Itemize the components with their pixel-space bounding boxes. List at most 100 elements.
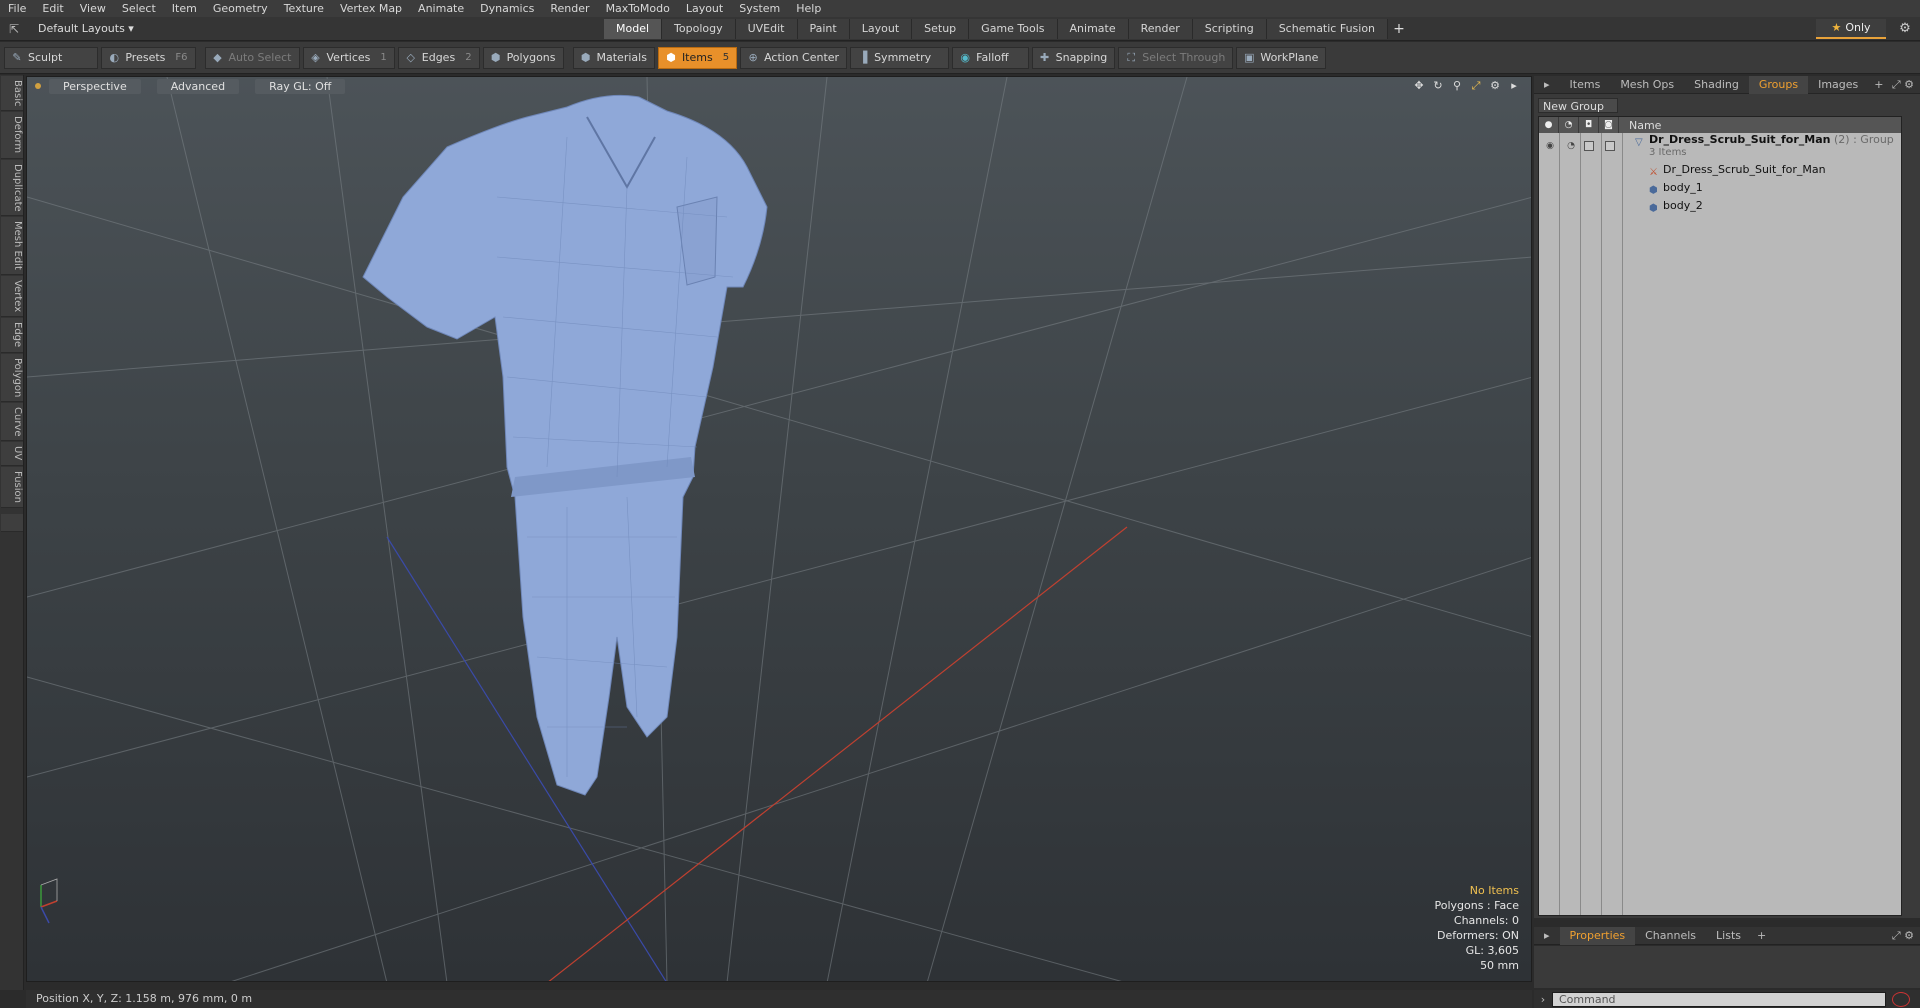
zoom-icon[interactable]: ⚲ bbox=[1450, 79, 1464, 93]
layout-collapse-icon[interactable]: ⇱ bbox=[6, 21, 22, 37]
menu-file[interactable]: File bbox=[0, 0, 34, 17]
rotate-icon[interactable]: ↻ bbox=[1431, 79, 1445, 93]
layout-dropdown[interactable]: Default Layouts ▾ bbox=[30, 20, 142, 38]
maximize-icon[interactable]: ⤢ bbox=[1469, 79, 1483, 93]
symmetry-button[interactable]: ▐ Symmetry bbox=[850, 46, 950, 69]
3d-viewport[interactable]: Perspective Advanced Ray GL: Off ✥ ↻ ⚲ ⤢… bbox=[26, 76, 1532, 982]
tab-uvedit[interactable]: UVEdit bbox=[735, 19, 798, 39]
bottom-tab-lists[interactable]: Lists bbox=[1706, 927, 1751, 945]
new-group-button[interactable]: New Group bbox=[1538, 98, 1618, 113]
menu-animate[interactable]: Animate bbox=[410, 0, 472, 17]
polygons-button[interactable]: ⬢ Polygons bbox=[482, 46, 564, 69]
menu-render[interactable]: Render bbox=[542, 0, 597, 17]
left-tab-fusion[interactable]: Fusion bbox=[1, 466, 23, 508]
bottom-tab-channels[interactable]: Channels bbox=[1635, 927, 1706, 945]
left-tab-uv[interactable]: UV bbox=[1, 442, 23, 466]
panel-tab-shading[interactable]: Shading bbox=[1684, 76, 1749, 94]
tab-topology[interactable]: Topology bbox=[662, 19, 736, 39]
presets-icon: ◐ bbox=[109, 50, 120, 64]
left-tab-polygon[interactable]: Polygon bbox=[1, 353, 23, 402]
menu-view[interactable]: View bbox=[72, 0, 114, 17]
items-button[interactable]: ⬢ Items 5 bbox=[657, 46, 738, 69]
render-col-icon[interactable]: ◔ bbox=[1559, 117, 1579, 133]
pan-icon[interactable]: ✥ bbox=[1412, 79, 1426, 93]
left-tab-vertex[interactable]: Vertex bbox=[1, 276, 23, 318]
auto-select-button[interactable]: ◆ Auto Select bbox=[204, 46, 300, 69]
tab-layout[interactable]: Layout bbox=[849, 19, 913, 39]
select-through-label: Select Through bbox=[1142, 50, 1226, 64]
viewport-gear-icon[interactable]: ⚙ bbox=[1488, 79, 1502, 93]
menu-system[interactable]: System bbox=[731, 0, 788, 17]
scrub-suit-mesh[interactable] bbox=[362, 94, 768, 796]
falloff-button[interactable]: ◉ Falloff bbox=[952, 46, 1029, 69]
tab-game-tools[interactable]: Game Tools bbox=[969, 19, 1058, 39]
perspective-button[interactable]: Perspective bbox=[49, 78, 141, 94]
arrow-right-icon[interactable]: ▸ bbox=[1507, 79, 1521, 93]
menu-geometry[interactable]: Geometry bbox=[205, 0, 276, 17]
panel-tab-items[interactable]: Items bbox=[1560, 76, 1611, 94]
add-panel-tab-icon[interactable]: + bbox=[1868, 78, 1889, 91]
layout-bar: ⇱ Default Layouts ▾ Model Topology UVEdit P… bbox=[0, 17, 1920, 41]
tab-render[interactable]: Render bbox=[1128, 19, 1193, 39]
tab-paint[interactable]: Paint bbox=[797, 19, 850, 39]
child-row[interactable]: ⬢ body_1 bbox=[1539, 179, 1901, 196]
materials-button[interactable]: ⬢ Materials bbox=[572, 46, 655, 69]
left-tab-mesh-edit[interactable]: Mesh Edit bbox=[1, 217, 23, 276]
menu-dynamics[interactable]: Dynamics bbox=[472, 0, 542, 17]
panel-menu-icon[interactable]: ▸ bbox=[1534, 76, 1560, 94]
raygl-button[interactable]: Ray GL: Off bbox=[255, 78, 346, 94]
visibility-col-icon[interactable]: ● bbox=[1539, 117, 1559, 133]
properties-expand-icon[interactable]: ⤢ ⚙ bbox=[1892, 929, 1914, 943]
add-bottom-tab-icon[interactable]: + bbox=[1751, 929, 1772, 942]
left-tab-duplicate[interactable]: Duplicate bbox=[1, 159, 23, 217]
menu-texture[interactable]: Texture bbox=[276, 0, 332, 17]
polygons-icon: ⬢ bbox=[490, 50, 501, 64]
edges-button[interactable]: ◇ Edges 2 bbox=[397, 46, 480, 69]
vertices-button[interactable]: ◈ Vertices 1 bbox=[302, 46, 395, 69]
gear-icon[interactable]: ⚙ bbox=[1896, 20, 1914, 38]
properties-menu-icon[interactable]: ▸ bbox=[1534, 927, 1560, 945]
snapping-button[interactable]: ✚ Snapping bbox=[1031, 46, 1116, 69]
workplane-button[interactable]: ▣ WorkPlane bbox=[1236, 46, 1327, 69]
viewport-menu-dot[interactable] bbox=[35, 83, 41, 89]
left-tab-curve[interactable]: Curve bbox=[1, 402, 23, 442]
tab-animate[interactable]: Animate bbox=[1057, 19, 1129, 39]
lock-col-icon[interactable]: ◘ bbox=[1579, 117, 1599, 133]
command-input[interactable]: Command bbox=[1552, 991, 1886, 1007]
panel-tab-images[interactable]: Images bbox=[1808, 76, 1868, 94]
edges-icon: ◇ bbox=[406, 50, 415, 64]
menu-help[interactable]: Help bbox=[788, 0, 829, 17]
tab-schematic-fusion[interactable]: Schematic Fusion bbox=[1266, 19, 1389, 39]
menu-item[interactable]: Item bbox=[164, 0, 205, 17]
panel-tab-mesh-ops[interactable]: Mesh Ops bbox=[1610, 76, 1684, 94]
bottom-tab-properties[interactable]: Properties bbox=[1559, 926, 1636, 945]
child-row[interactable]: ⚔ Dr_Dress_Scrub_Suit_for_Man bbox=[1539, 161, 1901, 178]
menu-edit[interactable]: Edit bbox=[34, 0, 71, 17]
add-tab-icon[interactable]: + bbox=[1388, 19, 1410, 39]
child-row[interactable]: ⬢ body_2 bbox=[1539, 197, 1901, 214]
tab-scripting[interactable]: Scripting bbox=[1192, 19, 1267, 39]
advanced-button[interactable]: Advanced bbox=[156, 78, 240, 94]
presets-button[interactable]: ◐ Presets F6 bbox=[101, 46, 196, 69]
menu-bar: File Edit View Select Item Geometry Texture Ver… bbox=[0, 0, 1920, 17]
auto-select-icon: ◆ bbox=[213, 50, 222, 64]
command-stop-icon[interactable] bbox=[1892, 991, 1910, 1007]
only-button[interactable]: ★ Only bbox=[1816, 19, 1886, 39]
left-tab-deform[interactable]: Deform bbox=[1, 112, 23, 159]
action-center-button[interactable]: ⊕ Action Center bbox=[740, 46, 848, 69]
left-tab-edge[interactable]: Edge bbox=[1, 318, 23, 353]
menu-select[interactable]: Select bbox=[114, 0, 164, 17]
panel-tab-groups[interactable]: Groups bbox=[1748, 75, 1809, 94]
menu-maxtomodo[interactable]: MaxToModo bbox=[598, 0, 678, 17]
tab-model[interactable]: Model bbox=[604, 19, 663, 39]
tab-setup[interactable]: Setup bbox=[912, 19, 970, 39]
sculpt-button[interactable]: ✎ Sculpt bbox=[4, 46, 99, 69]
left-tab-basic[interactable]: Basic bbox=[1, 76, 23, 112]
left-tab-extra[interactable] bbox=[1, 513, 23, 532]
select-through-button[interactable]: ⛶ Select Through bbox=[1118, 46, 1234, 69]
select-col-icon[interactable]: ◙ bbox=[1599, 117, 1619, 133]
menu-vertex-map[interactable]: Vertex Map bbox=[332, 0, 410, 17]
workplane-icon: ▣ bbox=[1244, 50, 1255, 64]
menu-layout[interactable]: Layout bbox=[678, 0, 731, 17]
panel-expand-icon[interactable]: ⤢ ⚙ bbox=[1892, 78, 1914, 92]
